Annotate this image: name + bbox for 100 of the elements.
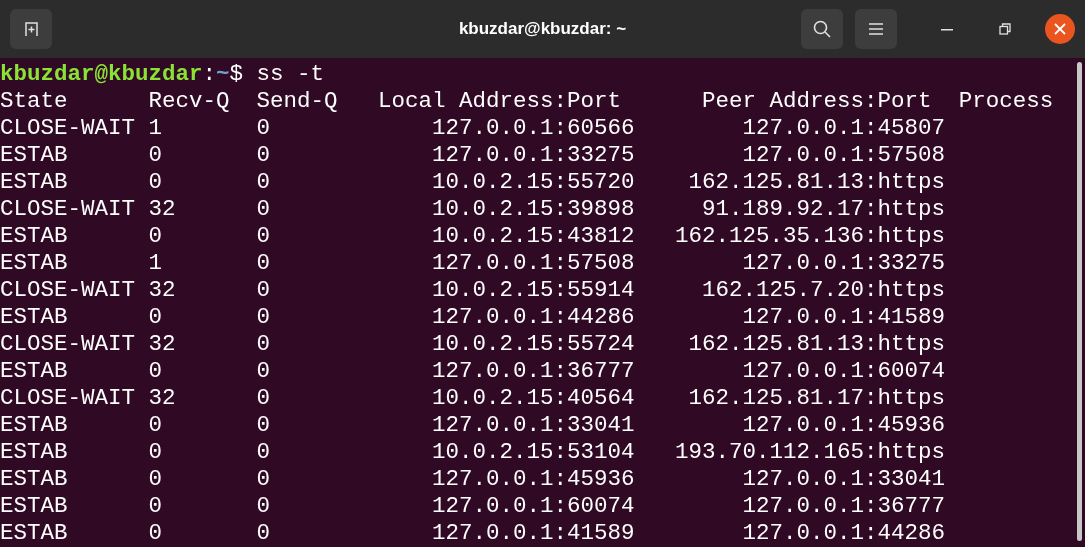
menu-icon <box>868 22 884 36</box>
table-cell-text: 127.0.0.1:60074 <box>431 493 635 520</box>
table-cell-text: 0 <box>148 169 164 196</box>
table-cell-text: 10.0.2.15:43812 <box>431 223 635 250</box>
table-cell-text: 127.0.0.1:45807 <box>741 115 946 142</box>
prompt-user-host: kbuzdar@kbuzdar <box>0 61 203 88</box>
table-cell-text: 0 <box>148 223 164 250</box>
menu-button[interactable] <box>855 9 897 49</box>
table-cell-text: 127.0.0.1:33041 <box>741 466 946 493</box>
table-cell-text: 127.0.0.1:33275 <box>431 142 635 169</box>
table-cell-text: CLOSE-WAIT <box>0 277 137 304</box>
table-cell-text: ESTAB <box>0 250 69 277</box>
window-title: kbuzdar@kbuzdar: ~ <box>458 18 627 41</box>
table-cell-text: 10.0.2.15:55724 <box>431 331 635 358</box>
table-cell-text: 127.0.0.1:45936 <box>741 412 946 439</box>
table-cell-text: 32 <box>148 385 177 412</box>
table-cell-text: 127.0.0.1:44286 <box>741 520 946 547</box>
minimize-icon <box>941 27 953 31</box>
table-cell-text: CLOSE-WAIT <box>0 385 137 412</box>
table-cell-text: 0 <box>256 412 272 439</box>
table-cell-text: 127.0.0.1:45936 <box>431 466 635 493</box>
table-cell-text: 127.0.0.1:41589 <box>741 304 946 331</box>
table-cell-text: 10.0.2.15:40564 <box>431 385 635 412</box>
table-cell-text: 0 <box>256 250 272 277</box>
table-cell-text: 127.0.0.1:33275 <box>741 250 946 277</box>
table-cell-text: 10.0.2.15:53104 <box>431 439 635 466</box>
table-cell-text: 162.125.35.136:https <box>674 223 946 250</box>
table-cell-text: 0 <box>256 277 272 304</box>
table-cell-text: ESTAB <box>0 142 69 169</box>
table-cell-text: 0 <box>148 304 164 331</box>
table-cell-text: ESTAB <box>0 439 69 466</box>
table-cell-text: 127.0.0.1:57508 <box>741 142 946 169</box>
restore-icon <box>999 23 1011 35</box>
table-cell-text: 0 <box>148 466 164 493</box>
table-cell-text: CLOSE-WAIT <box>0 196 137 223</box>
table-cell-text: 127.0.0.1:44286 <box>431 304 635 331</box>
new-tab-icon <box>22 20 40 38</box>
table-cell-text: 0 <box>256 304 272 331</box>
prompt-path: ~ <box>216 61 230 88</box>
table-cell-text: 162.125.81.13:https <box>687 331 946 358</box>
search-icon <box>812 19 832 39</box>
table-cell-text: 0 <box>148 493 164 520</box>
table-cell-text: 127.0.0.1:57508 <box>431 250 635 277</box>
table-cell-text: 10.0.2.15:39898 <box>431 196 635 223</box>
table-cell-text: 0 <box>256 358 272 385</box>
table-cell-text: 127.0.0.1:36777 <box>741 493 946 520</box>
table-cell-text: ESTAB <box>0 493 69 520</box>
table-cell-text: 162.125.81.13:https <box>687 169 946 196</box>
prompt-separator: : <box>202 61 217 88</box>
table-cell-text: 0 <box>256 142 272 169</box>
close-button[interactable] <box>1045 14 1075 44</box>
table-cell-text: 32 <box>148 277 177 304</box>
prompt-symbol: $ <box>229 61 244 88</box>
table-cell-text: 127.0.0.1:41589 <box>431 520 635 547</box>
table-cell-text: 32 <box>148 196 177 223</box>
table-cell-text: 0 <box>148 520 164 547</box>
table-cell-text: 127.0.0.1:36777 <box>431 358 635 385</box>
table-cell-text: 162.125.81.17:https <box>687 385 946 412</box>
table-cell-text: 0 <box>256 331 272 358</box>
table-cell-text: 0 <box>256 223 272 250</box>
table-cell-text: 127.0.0.1:33041 <box>431 412 635 439</box>
table-cell-text: 0 <box>256 169 272 196</box>
table-cell-text: 32 <box>148 331 177 358</box>
table-cell-text: CLOSE-WAIT <box>0 331 137 358</box>
table-cell-text: 1 <box>148 115 164 142</box>
column-header: Peer Address:Port <box>701 88 933 115</box>
table-cell-text: 1 <box>148 250 164 277</box>
table-cell-text: 0 <box>256 385 272 412</box>
table-cell-text: ESTAB <box>0 412 69 439</box>
table-cell-text: 0 <box>148 142 164 169</box>
table-cell-text: 0 <box>148 412 164 439</box>
table-cell-text: 0 <box>256 115 272 142</box>
column-header: Process <box>957 88 1054 115</box>
table-cell-text: ESTAB <box>0 304 69 331</box>
table-cell-text: 0 <box>148 439 164 466</box>
column-header: Local Address:Port <box>378 88 623 115</box>
table-cell-text: ESTAB <box>0 358 69 385</box>
table-cell-text: 193.70.112.165:https <box>674 439 946 466</box>
table-cell-text: ESTAB <box>0 520 69 547</box>
new-tab-button[interactable] <box>10 9 52 49</box>
table-cell-text: 0 <box>256 493 272 520</box>
table-cell-text: CLOSE-WAIT <box>0 115 137 142</box>
table-cell-text: 162.125.7.20:https <box>701 277 946 304</box>
close-icon <box>1054 23 1066 35</box>
table-cell-text: ESTAB <box>0 223 69 250</box>
command: ss -t <box>255 61 325 88</box>
table-cell-text: 127.0.0.1:60566 <box>431 115 635 142</box>
column-header: Send-Q <box>256 88 339 115</box>
table-cell-text: 0 <box>148 358 164 385</box>
table-cell-text: 91.189.92.17:https <box>701 196 946 223</box>
search-button[interactable] <box>801 9 843 49</box>
table-cell-text: 10.0.2.15:55720 <box>431 169 635 196</box>
table-cell-text: 127.0.0.1:60074 <box>741 358 946 385</box>
column-header: State <box>0 88 69 115</box>
table-cell-text: 10.0.2.15:55914 <box>431 277 635 304</box>
table-cell-text: 0 <box>256 439 272 466</box>
table-cell-text: ESTAB <box>0 466 69 493</box>
table-cell-text: 0 <box>256 196 272 223</box>
table-cell-text: 0 <box>256 466 272 493</box>
table-cell-text: ESTAB <box>0 169 69 196</box>
